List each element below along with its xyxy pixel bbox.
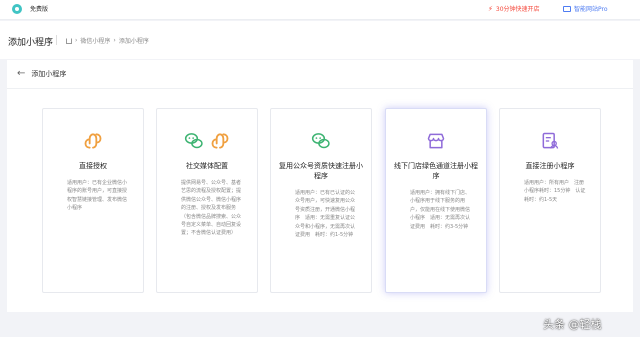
edition-label: 免费版 [30, 6, 49, 13]
monitor-icon [563, 5, 571, 12]
card-icon-wrap [500, 129, 600, 153]
register-form-icon [542, 132, 559, 149]
card-desc: 提供网易号、公众号、基者艺思的流程及授权配置；提供微信公众号、微信小程序的注册、… [181, 180, 242, 237]
card-icon-wrap [386, 129, 486, 153]
card-title: 线下门店绿色通道注册小程序 [394, 162, 478, 180]
card-title: 社交媒体配置 [186, 162, 228, 170]
top-bar: 免费版 ⚡ 30分钟快速开店 智能网站Pro [0, 0, 640, 20]
page-title: 添加小程序 [8, 38, 54, 48]
card-title: 直接注册小程序 [525, 162, 575, 170]
upgrade-label: 智能网站Pro [574, 6, 608, 13]
divider [7, 88, 633, 89]
arrow-left-icon: ← [17, 68, 26, 79]
card-social-media[interactable]: 社交媒体配置 提供网易号、公众号、基者艺思的流程及授权配置；提供微信公众号、微信… [156, 108, 258, 293]
card-icon-wrap [43, 129, 143, 153]
card-desc: 适用用户：拥有线下门店、小程序用于线下服务的用户，仅能用在线下使用微信小程序 适… [410, 190, 471, 230]
main-panel: ← 添加小程序 直接授权 适用用户：已有企业微信小程序的账号用户，可直接授权智慧… [7, 60, 633, 312]
app-logo-icon[interactable] [12, 4, 22, 14]
card-direct-register[interactable]: 直接注册小程序 适用用户：所有用户 注册小程序耗时：15分钟 认证耗时：约1-5… [499, 108, 601, 293]
mini-program-icon [84, 133, 102, 149]
wechat-icon [311, 133, 330, 149]
promo-link[interactable]: ⚡ 30分钟快速开店 [488, 4, 540, 14]
store-icon [427, 133, 445, 149]
card-desc: 适用用户：已有企业微信小程序的账号用户，可直接授权智慧链接管理、发布微信小程序 [67, 180, 128, 212]
card-title: 直接授权 [79, 162, 107, 170]
card-reuse-official-account[interactable]: 复用公众号资质快速注册小程序 适用用户：已有已认证的公众号用户，可快速复用公众号… [270, 108, 372, 293]
card-desc: 适用用户：所有用户 注册小程序耗时：15分钟 认证耗时：约1-5天 [524, 180, 586, 203]
page-header: 添加小程序 › 微信小程序 › 添加小程序 [0, 21, 640, 59]
title-divider [56, 35, 57, 45]
back-label: 添加小程序 [31, 70, 67, 78]
lightning-icon: ⚡ [488, 4, 493, 13]
watermark: 头条 @轻栈 [543, 318, 602, 331]
card-icon-wrap [157, 129, 257, 153]
card-icon-wrap [271, 129, 371, 153]
upgrade-link[interactable]: 智能网站Pro [563, 4, 608, 13]
breadcrumb: › 微信小程序 › 添加小程序 [66, 36, 149, 45]
card-title: 复用公众号资质快速注册小程序 [279, 162, 363, 180]
card-desc: 适用用户：已有已认证的公众号用户，可快速复用公众号资质注册，开通微信小程序 适用… [295, 190, 356, 239]
promo-label: 30分钟快速开店 [495, 6, 540, 13]
mini-program-icon [211, 133, 229, 149]
home-icon[interactable] [66, 37, 72, 44]
card-direct-auth[interactable]: 直接授权 适用用户：已有企业微信小程序的账号用户，可直接授权智慧链接管理、发布微… [42, 108, 144, 293]
breadcrumb-item: 添加小程序 [118, 38, 149, 45]
card-offline-store[interactable]: 线下门店绿色通道注册小程序 适用用户：拥有线下门店、小程序用于线下服务的用户，仅… [385, 108, 487, 293]
back-button[interactable]: ← 添加小程序 [17, 69, 66, 79]
wechat-icon [184, 133, 203, 149]
breadcrumb-item[interactable]: 微信小程序 [80, 36, 110, 45]
